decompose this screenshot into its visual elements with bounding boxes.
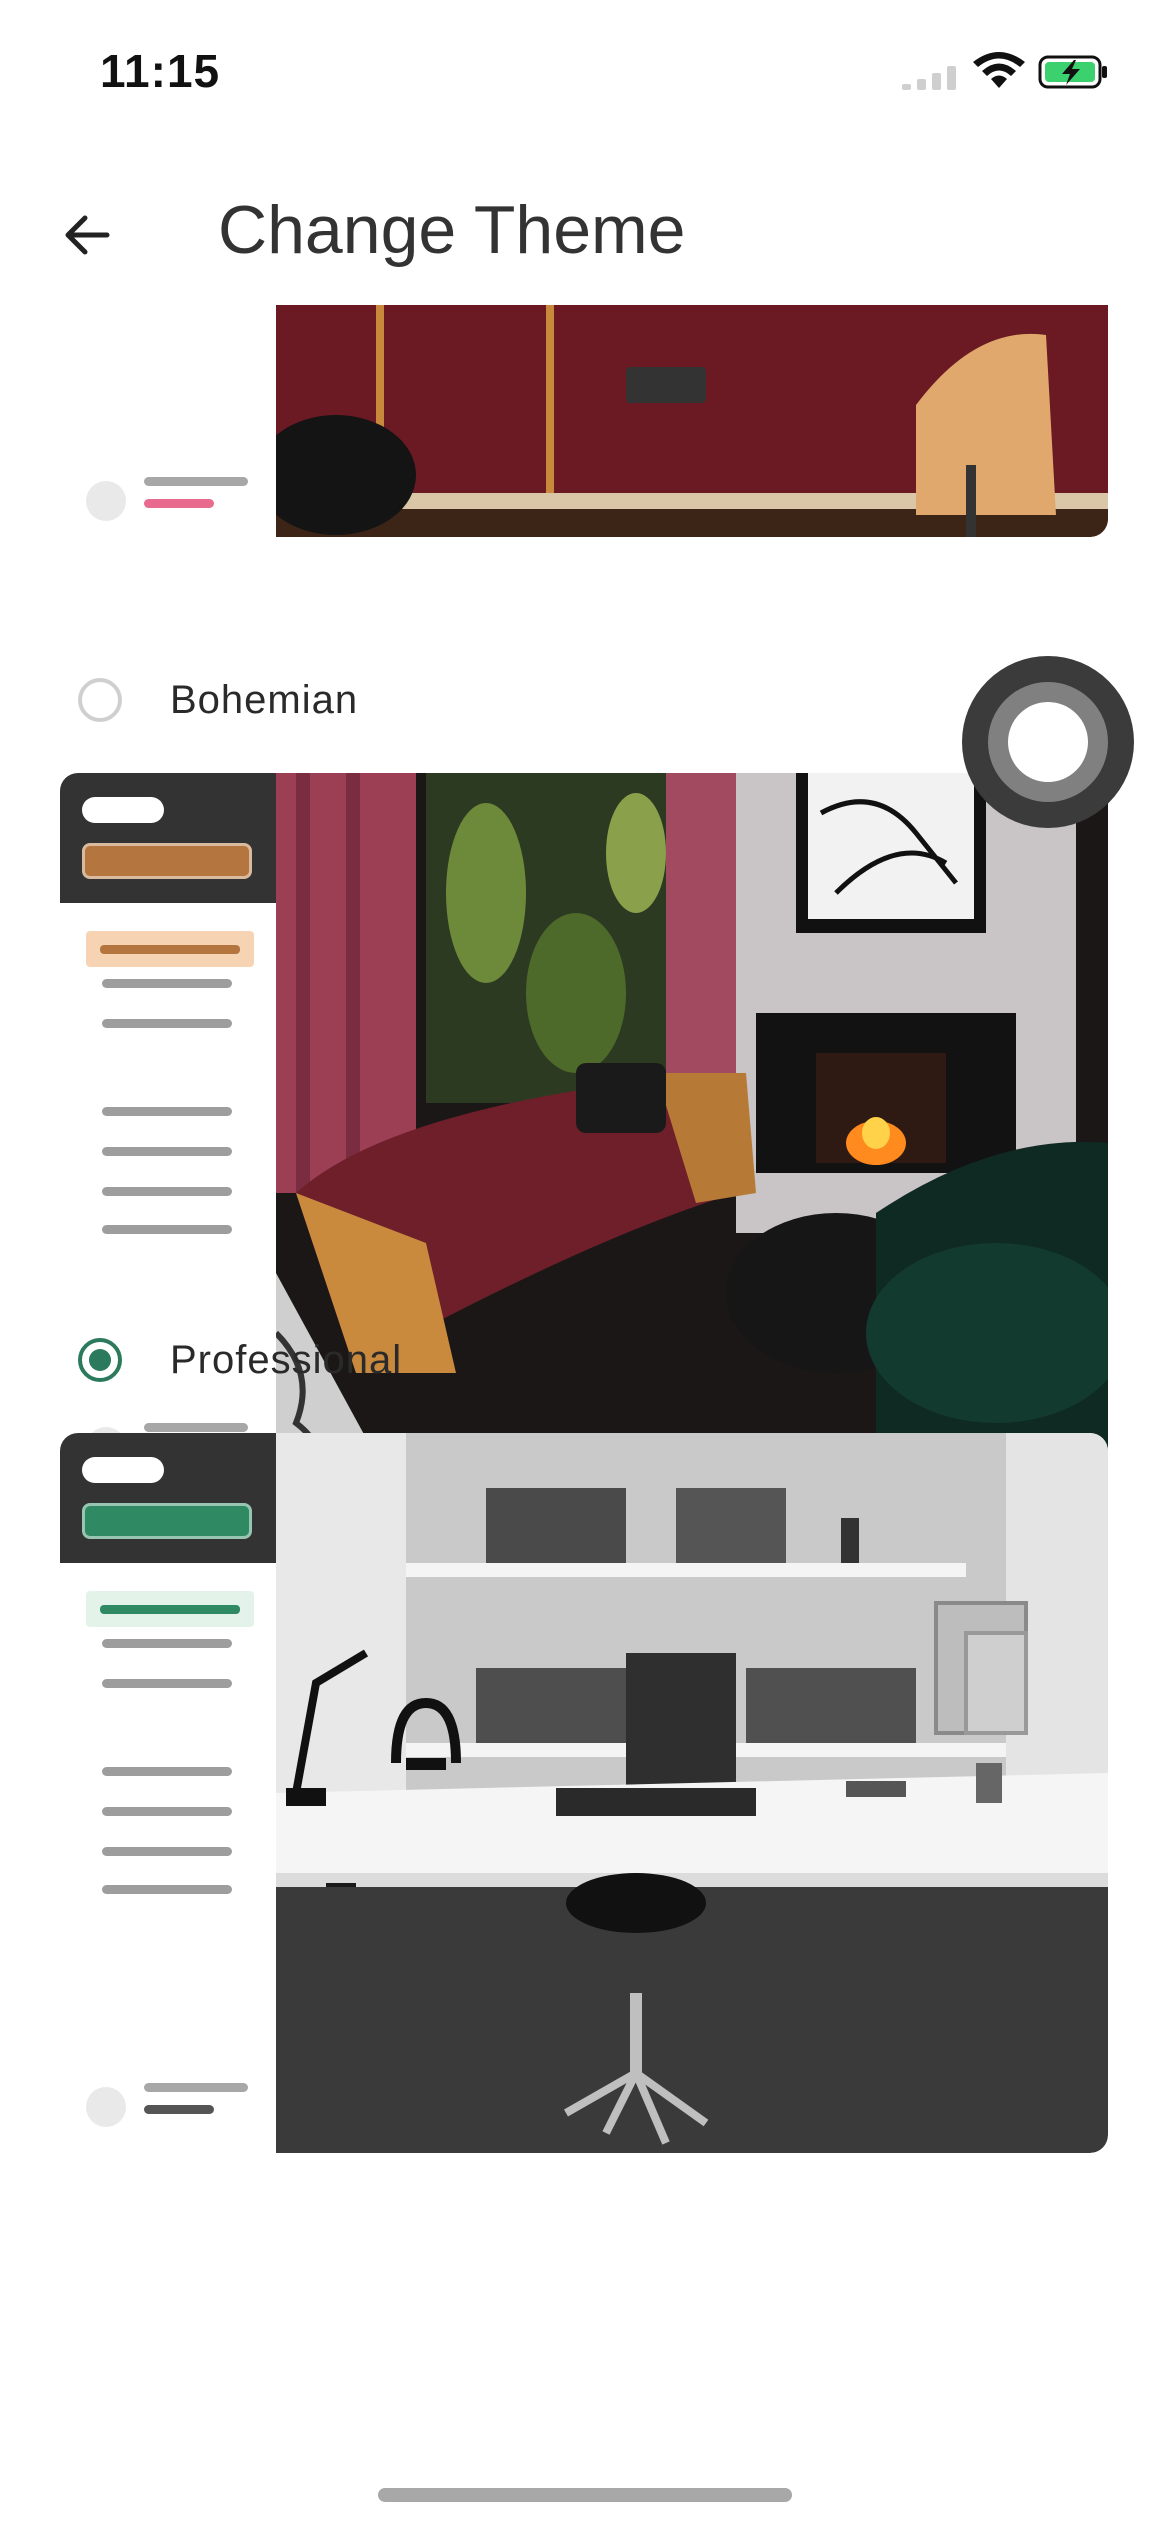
preview-avatar-dot	[86, 481, 126, 521]
status-bar: 11:15	[0, 0, 1170, 150]
theme-preview-image	[276, 305, 1108, 537]
preview-menu-line	[102, 1807, 232, 1816]
preview-bottom-line	[144, 477, 248, 486]
preview-header-bar	[82, 1503, 252, 1539]
app-bar: Change Theme	[0, 150, 1170, 305]
preview-menu-line	[102, 979, 232, 988]
preview-menu-line	[102, 1767, 232, 1776]
preview-menu-line	[102, 1885, 232, 1894]
home-indicator[interactable]	[378, 2488, 792, 2502]
theme-option-professional[interactable]: Professional	[0, 1325, 1170, 2525]
floating-toggle-button[interactable]	[962, 656, 1134, 828]
preview-header-pill	[82, 1457, 164, 1483]
signal-icon	[902, 66, 956, 90]
preview-bottom-accent-line	[144, 499, 214, 508]
page-title: Change Theme	[218, 192, 686, 268]
radio-button-selected[interactable]	[78, 1338, 122, 1382]
preview-menu-line	[102, 1187, 232, 1196]
preview-sidebar	[60, 1433, 276, 2153]
theme-radio-row[interactable]: Professional	[78, 1325, 402, 1395]
preview-header-bar	[82, 843, 252, 879]
preview-sidebar-header	[60, 1433, 276, 1563]
theme-preview-image	[276, 1433, 1108, 2153]
preview-menu-line	[102, 1225, 232, 1234]
theme-list[interactable]: Bohemian Professional	[0, 305, 1170, 2532]
wifi-icon	[973, 52, 1025, 88]
arrow-left-icon	[65, 215, 110, 255]
status-time: 11:15	[100, 45, 221, 97]
preview-bottom-line	[144, 2083, 248, 2092]
theme-preview-card[interactable]	[60, 1433, 1108, 2153]
theme-preview-card[interactable]	[60, 305, 1108, 537]
preview-selected-item	[86, 931, 254, 967]
preview-menu-line	[102, 1679, 232, 1688]
theme-name: Professional	[170, 1337, 403, 1382]
preview-header-pill	[82, 797, 164, 823]
preview-avatar-dot	[86, 2087, 126, 2127]
back-button[interactable]	[42, 190, 132, 280]
preview-sidebar-header	[60, 773, 276, 903]
preview-menu-line	[102, 1639, 232, 1648]
preview-sidebar	[60, 305, 276, 537]
preview-bottom-accent-line	[144, 2105, 214, 2114]
theme-name: Bohemian	[170, 677, 359, 722]
preview-menu-line	[102, 1847, 232, 1856]
theme-radio-row[interactable]: Bohemian	[78, 665, 358, 735]
preview-selected-item	[86, 1591, 254, 1627]
radio-button[interactable]	[78, 678, 122, 722]
preview-menu-line	[102, 1019, 232, 1028]
preview-menu-line	[102, 1147, 232, 1156]
theme-option-partial[interactable]	[0, 305, 1170, 545]
preview-menu-line	[102, 1107, 232, 1116]
battery-charging-icon	[1038, 55, 1107, 89]
